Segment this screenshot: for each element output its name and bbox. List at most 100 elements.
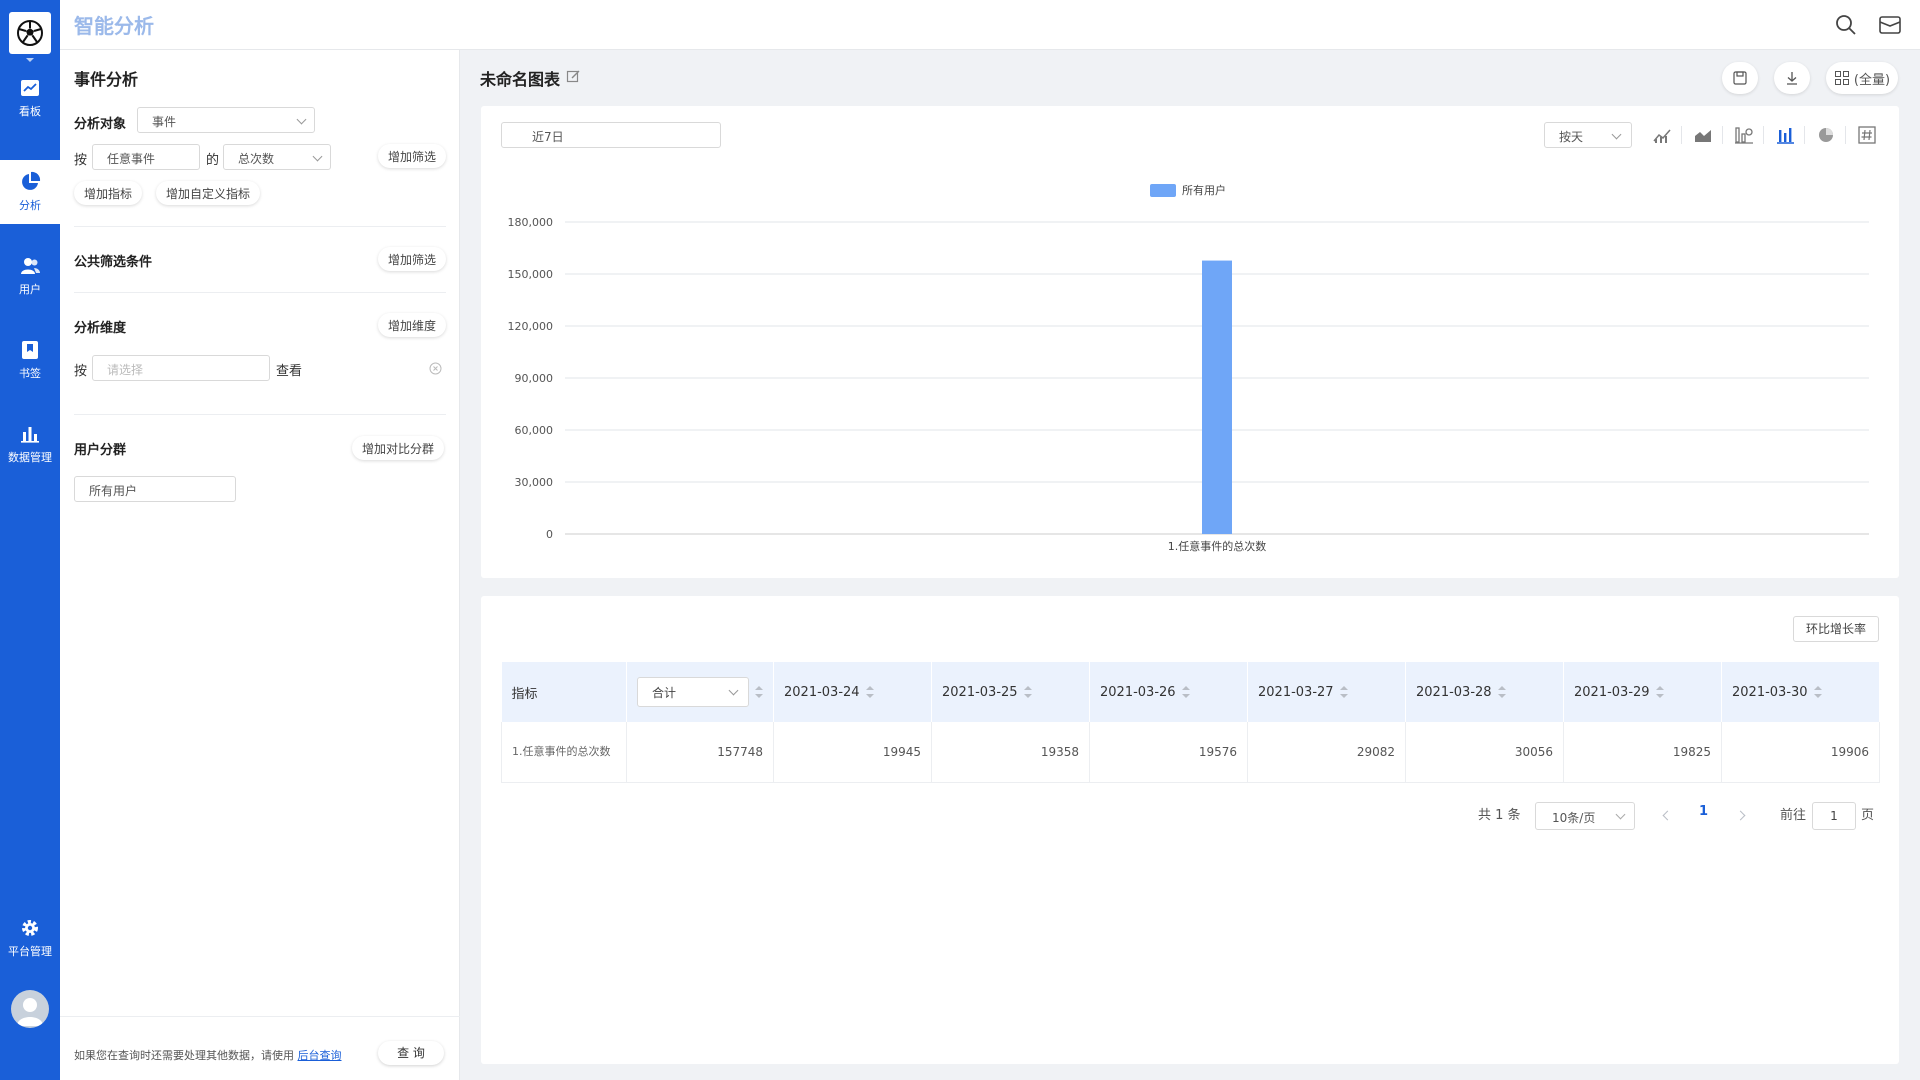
sum-select[interactable]: 合计 <box>637 677 749 707</box>
date-column-header[interactable]: 2021-03-24 <box>773 662 932 722</box>
bar-chart-type-icon[interactable] <box>1774 124 1796 146</box>
row-date-value: 29082 <box>1247 722 1406 783</box>
download-icon <box>1787 72 1797 85</box>
sort-icon[interactable] <box>755 686 763 698</box>
backend-query-link[interactable]: 后台查询 <box>298 1049 342 1062</box>
area-chart-type-icon[interactable] <box>1692 124 1714 146</box>
date-header-label: 2021-03-24 <box>784 684 860 700</box>
add-custom-metric-button[interactable]: 增加自定义指标 <box>156 181 261 205</box>
date-column-header[interactable]: 2021-03-30 <box>1721 662 1880 722</box>
dimension-view-label: 查看 <box>276 364 303 379</box>
date-header-label: 2021-03-27 <box>1258 684 1334 700</box>
segment-value: 所有用户 <box>89 484 138 498</box>
save-button[interactable] <box>1722 62 1758 94</box>
dimension-by-label: 按 <box>74 364 88 379</box>
row-date-value: 30056 <box>1405 722 1564 783</box>
combo-chart-type-icon[interactable] <box>1733 124 1755 146</box>
dimension-select[interactable]: 请选择 <box>92 355 270 381</box>
pie-chart-type-icon[interactable] <box>1815 124 1837 146</box>
mail-icon[interactable] <box>1878 13 1902 37</box>
metric-value: 总次数 <box>238 152 275 166</box>
date-column-header[interactable]: 2021-03-29 <box>1563 662 1722 722</box>
divider <box>1804 126 1805 144</box>
nav-item-bookmarks[interactable]: 书签 <box>0 328 60 392</box>
nav-item-platform-management[interactable]: 平台管理 <box>0 906 60 970</box>
nav-item-data-management[interactable]: 数据管理 <box>0 412 60 476</box>
nav-item-label: 分析 <box>19 199 41 212</box>
y-tick-label: 60,000 <box>515 424 554 437</box>
date-column-header[interactable]: 2021-03-28 <box>1405 662 1564 722</box>
analysis-target-select[interactable]: 事件 <box>137 107 315 133</box>
metric-select[interactable]: 总次数 <box>223 144 331 170</box>
chart-title: 未命名图表 <box>480 70 561 89</box>
nav-item-analysis[interactable]: 分析 <box>0 160 60 224</box>
date-column-header[interactable]: 2021-03-27 <box>1247 662 1406 722</box>
event-select[interactable]: 任意事件 <box>92 144 200 170</box>
nav-item-label: 平台管理 <box>8 945 52 958</box>
sort-icon[interactable] <box>1023 686 1032 698</box>
add-filter-button[interactable]: 增加筛选 <box>378 144 447 168</box>
panel-title: 事件分析 <box>74 70 139 89</box>
date-header-label: 2021-03-30 <box>1732 684 1808 700</box>
sort-icon[interactable] <box>865 686 874 698</box>
x-tick-label: 1.任意事件的总次数 <box>1168 539 1267 553</box>
search-icon[interactable] <box>1834 13 1858 37</box>
query-button[interactable]: 查 询 <box>378 1041 444 1065</box>
add-compare-segment-button[interactable]: 增加对比分群 <box>352 436 445 460</box>
time-unit-select[interactable]: 按天 <box>1544 122 1632 148</box>
common-add-filter-button[interactable]: 增加筛选 <box>378 247 447 271</box>
nav-item-label: 书签 <box>19 367 41 380</box>
date-range-picker[interactable]: 近7日 <box>501 122 721 148</box>
y-tick-label: 0 <box>546 528 553 541</box>
bookmark-icon <box>22 341 38 359</box>
page-size-select[interactable]: 10条/页 <box>1535 802 1635 830</box>
row-date-value: 19825 <box>1563 722 1722 783</box>
number-chart-type-icon[interactable] <box>1856 124 1878 146</box>
sort-icon[interactable] <box>1813 686 1822 698</box>
period-growth-rate-button[interactable]: 环比增长率 <box>1793 616 1879 642</box>
nav-item-label: 用户 <box>19 283 41 296</box>
panel-footer: 如果您在查询时还需要处理其他数据，请使用 后台查询 查 询 <box>60 1016 460 1080</box>
fullscreen-button[interactable]: (全量) <box>1826 62 1898 94</box>
segment-title: 用户分群 <box>74 443 127 458</box>
current-page-number[interactable]: 1 <box>1699 804 1708 819</box>
page-suffix-label: 页 <box>1861 808 1875 823</box>
table-row: 1.任意事件的总次数 157748 19945 19358 19576 2908… <box>501 722 1880 783</box>
date-column-header[interactable]: 2021-03-25 <box>931 662 1090 722</box>
segment-select[interactable]: 所有用户 <box>74 476 236 502</box>
sum-column-header: 合计 <box>626 662 774 722</box>
sort-icon[interactable] <box>1655 686 1664 698</box>
date-header-label: 2021-03-29 <box>1574 684 1650 700</box>
y-tick-label: 30,000 <box>515 476 554 489</box>
goto-label: 前往 <box>1780 808 1807 823</box>
sort-icon[interactable] <box>1497 686 1506 698</box>
logo-dropdown-icon[interactable] <box>26 58 34 62</box>
y-tick-label: 180,000 <box>508 216 554 229</box>
grid-icon <box>1834 71 1849 85</box>
divider <box>74 226 446 227</box>
data-table: 指标 合计 2021-03-24 2021-03-25 2021-03-26 2… <box>501 662 1880 783</box>
download-button[interactable] <box>1774 62 1810 94</box>
common-filter-title: 公共筛选条件 <box>74 255 153 270</box>
soccer-ball-logo-icon[interactable] <box>9 12 51 54</box>
pagination-total: 共 1 条 <box>1478 808 1521 823</box>
edit-icon[interactable] <box>566 69 581 84</box>
nav-item-users[interactable]: 用户 <box>0 244 60 308</box>
save-icon <box>1733 71 1747 85</box>
metric-column-header: 指标 <box>501 662 627 722</box>
divider <box>1722 126 1723 144</box>
clear-circle-icon[interactable] <box>429 362 442 375</box>
nav-item-board[interactable]: 看板 <box>0 66 60 130</box>
goto-page-input[interactable]: 1 <box>1812 802 1856 830</box>
date-column-header[interactable]: 2021-03-26 <box>1089 662 1248 722</box>
avatar[interactable] <box>11 990 49 1028</box>
sort-icon[interactable] <box>1181 686 1190 698</box>
sort-icon[interactable] <box>1339 686 1348 698</box>
add-metric-button[interactable]: 增加指标 <box>74 181 143 205</box>
y-tick-label: 150,000 <box>508 268 554 281</box>
chart-legend[interactable]: 所有用户 <box>1150 182 1226 198</box>
add-dimension-button[interactable]: 增加维度 <box>378 313 447 337</box>
row-date-value: 19358 <box>931 722 1090 783</box>
line-chart-type-icon[interactable] <box>1651 124 1673 146</box>
divider <box>1845 126 1846 144</box>
